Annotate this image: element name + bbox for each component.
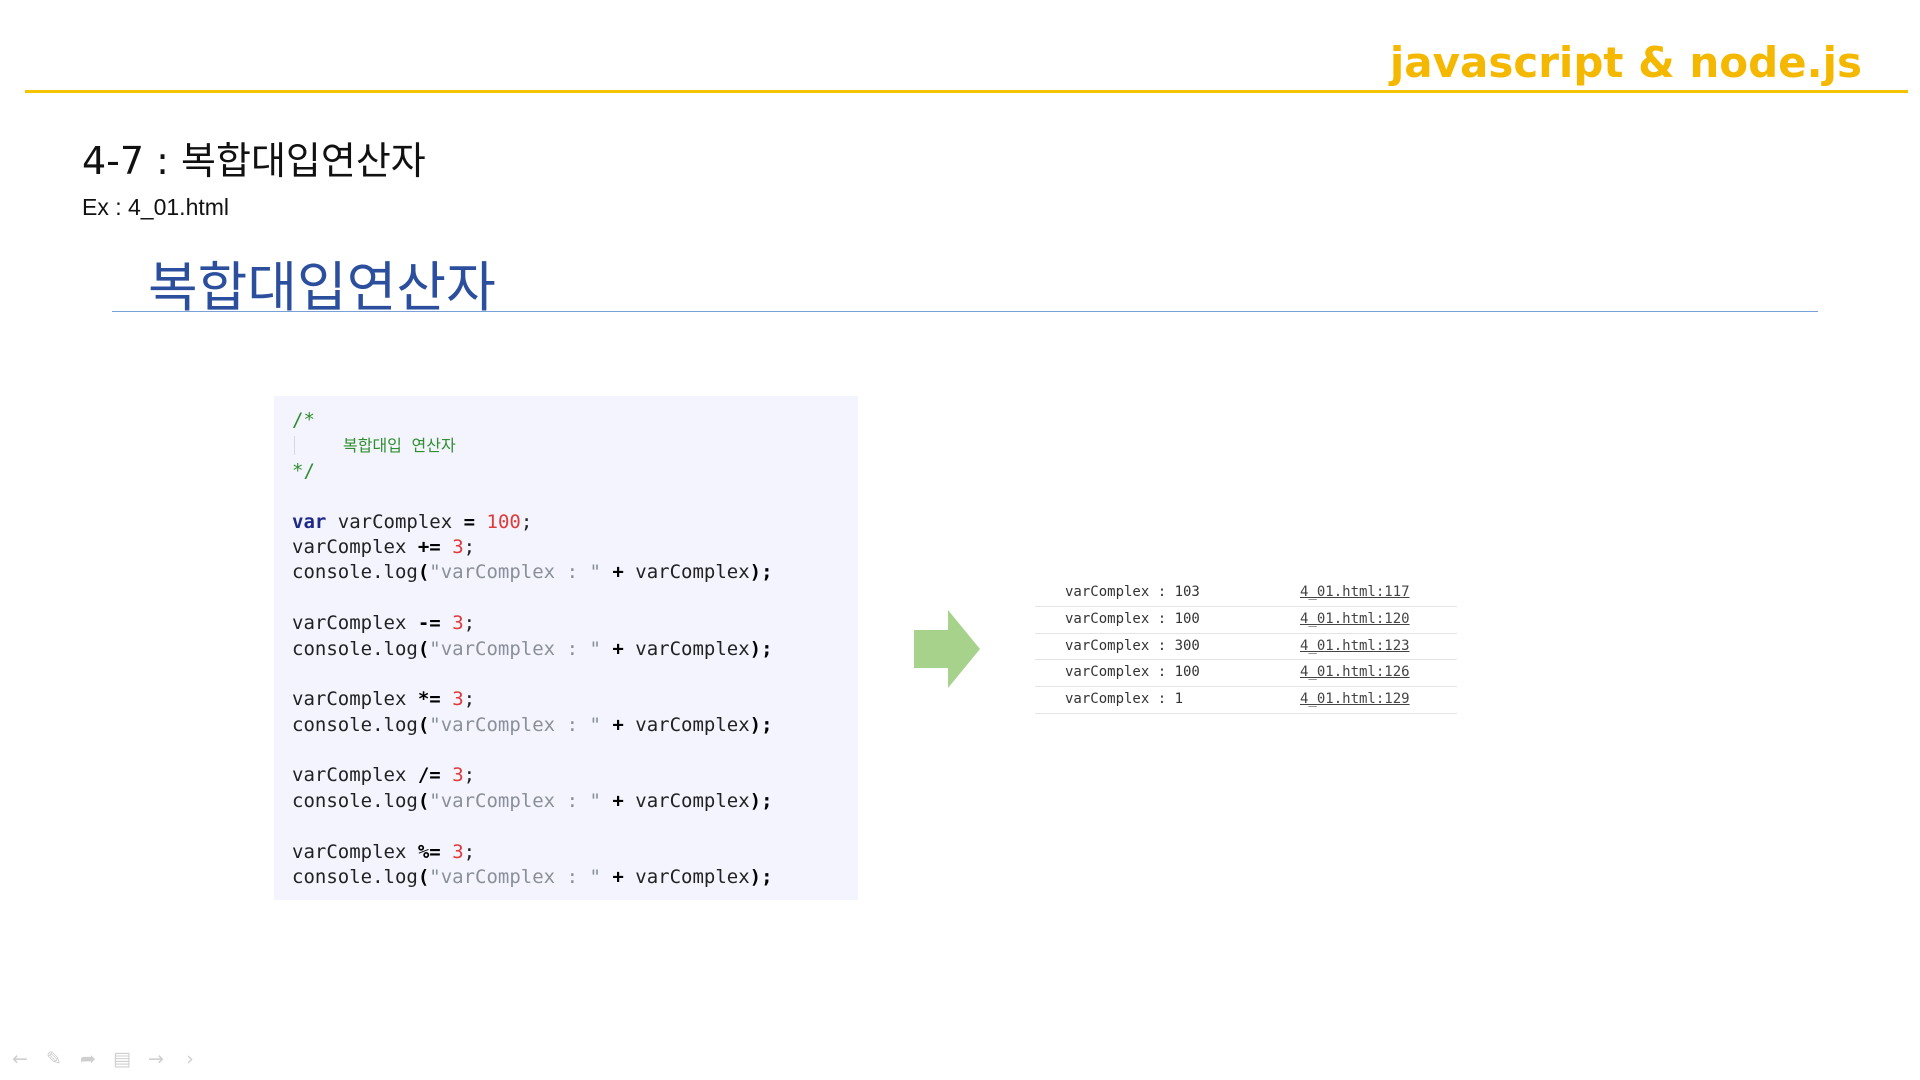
console-source-link[interactable]: 4_01.html:123 [1300,638,1410,654]
console-source-link[interactable]: 4_01.html:129 [1300,691,1410,707]
code-line: console.log("varComplex : " + varComplex… [292,866,773,889]
code-string: "varComplex : " [429,561,601,584]
code-identifier: varComplex [292,612,407,635]
back-arrow-icon[interactable]: ← [10,1048,30,1070]
code-operator: + [612,637,624,660]
slide-controls: ← ✎ ➦ ▤ → › [10,1048,200,1070]
code-identifier: varComplex [635,866,750,889]
console-message: varComplex : 1 [1065,691,1184,708]
code-line: console.log("varComplex : " + varComplex… [292,713,773,736]
keyword-var: var [292,510,327,533]
code-identifier: varComplex [292,535,407,558]
code-line: varComplex %= 3; [292,840,476,863]
header-divider [25,90,1908,93]
slides-icon[interactable]: ▤ [112,1048,132,1070]
console-source-link[interactable]: 4_01.html:120 [1300,611,1410,627]
code-string: "varComplex : " [429,713,601,736]
code-identifier: varComplex [292,840,407,863]
code-number: 3 [452,535,464,558]
code-identifier: varComplex [635,789,750,812]
pointer-icon[interactable]: ➦ [78,1048,98,1070]
code-operator: += [417,535,441,558]
code-call: console.log [292,561,418,584]
code-line: varComplex *= 3; [292,688,476,711]
code-identifier: varComplex [337,510,453,533]
code-identifier: varComplex [635,713,750,736]
code-operator: = [463,510,476,533]
code-call: console.log [292,789,418,812]
code-operator: + [612,789,624,812]
code-number: 3 [452,840,464,863]
code-call: console.log [292,866,418,889]
code-operator: *= [417,688,441,711]
comment-close: */ [292,459,315,482]
console-message: varComplex : 100 [1065,610,1200,627]
console-row: varComplex : 300 4_01.html:123 [1035,634,1457,661]
code-line: /* [292,408,858,433]
console-message: varComplex : 103 [1065,584,1200,600]
code-identifier: varComplex [635,561,750,584]
code-number: 100 [486,510,521,533]
code-operator: + [612,713,624,736]
code-line: console.log("varComplex : " + varComplex… [292,637,773,660]
console-row: varComplex : 100 4_01.html:126 [1035,660,1457,688]
pen-icon[interactable]: ✎ [44,1048,64,1070]
code-line: 복합대입 연산자 [292,433,858,458]
right-arrow-icon [914,610,980,688]
example-file-label: Ex : 4_01.html [82,194,230,220]
code-line: console.log("varComplex : " + varComplex… [292,789,773,812]
code-string: "varComplex : " [429,866,601,889]
code-identifier: varComplex [292,688,407,711]
console-message: varComplex : 300 [1065,637,1200,654]
console-message: varComplex : 100 [1065,664,1200,681]
code-line: var varComplex = 100; [292,510,533,533]
code-panel: /* 복합대입 연산자 */ var varComplex = 100; var… [274,396,858,900]
code-number: 3 [452,688,464,711]
code-number: 3 [452,764,464,787]
console-row: varComplex : 100 4_01.html:120 [1035,607,1457,634]
code-line: console.log("varComplex : " + varComplex… [292,561,773,584]
console-row: varComplex : 1 4_01.html:129 [1035,687,1457,714]
section-title: 4-7 : 복합대입연산자 [82,139,426,183]
console-output: varComplex : 103 4_01.html:117 varComple… [1035,580,1457,714]
code-identifier: varComplex [292,764,407,787]
code-call: console.log [292,637,418,660]
code-operator: -= [417,612,441,635]
heading-divider [112,311,1818,312]
comment-text: 복합대입 연산자 [294,436,456,456]
code-line: varComplex -= 3; [292,612,476,635]
brand-title: javascript & node.js [1389,38,1862,87]
code-operator: /= [417,764,441,787]
more-chevron-icon[interactable]: › [180,1048,200,1070]
code-operator: + [612,866,624,889]
comment-open: /* [292,409,315,431]
code-operator: %= [417,840,441,863]
console-source-link[interactable]: 4_01.html:117 [1300,584,1410,600]
code-line: */ [292,459,858,484]
forward-arrow-icon[interactable]: → [146,1048,166,1070]
console-row: varComplex : 103 4_01.html:117 [1035,580,1457,607]
code-string: "varComplex : " [429,789,601,812]
code-number: 3 [452,612,464,635]
code-string: "varComplex : " [429,637,601,660]
code-identifier: varComplex [635,637,750,660]
console-source-link[interactable]: 4_01.html:126 [1300,664,1410,680]
code-operator: + [612,561,624,584]
code-line: varComplex /= 3; [292,764,476,787]
code-line: varComplex += 3; [292,535,476,558]
code-call: console.log [292,713,418,736]
